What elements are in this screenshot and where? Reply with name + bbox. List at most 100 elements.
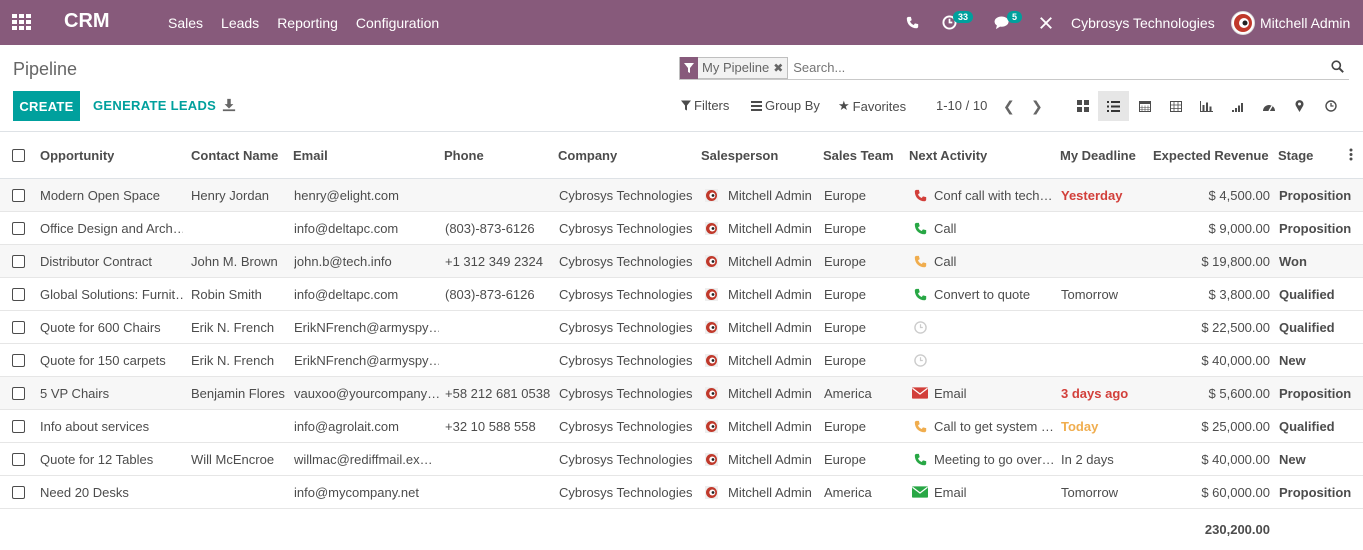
row-checkbox[interactable] xyxy=(12,443,25,475)
messages-icon[interactable]: 5 xyxy=(994,0,1023,45)
filter-icon xyxy=(680,56,698,79)
cell-team: Europe xyxy=(824,220,866,236)
cell-activity[interactable] xyxy=(912,344,1055,376)
clock-icon[interactable] xyxy=(912,320,928,334)
user-menu[interactable]: Mitchell Admin xyxy=(1231,0,1350,45)
menu-item-sales[interactable]: Sales xyxy=(168,15,203,31)
table-row[interactable]: Modern Open Space Henry Jordan henry@eli… xyxy=(0,179,1363,212)
download-icon[interactable] xyxy=(222,98,236,115)
column-header-stage[interactable]: Stage xyxy=(1278,132,1313,178)
cell-activity[interactable]: Call xyxy=(912,212,1055,244)
column-header-revenue[interactable]: Expected Revenue xyxy=(1153,132,1269,178)
debug-tools-icon[interactable] xyxy=(1039,0,1053,45)
phone-icon[interactable] xyxy=(912,189,928,202)
dashboard-view-icon[interactable] xyxy=(1253,91,1284,121)
phone-icon[interactable] xyxy=(912,222,928,235)
select-all-checkbox[interactable] xyxy=(12,132,25,178)
table-row[interactable]: Info about services info@agrolait.com +3… xyxy=(0,410,1363,443)
column-header-opportunity[interactable]: Opportunity xyxy=(40,132,114,178)
cohort-view-icon[interactable] xyxy=(1222,91,1253,121)
table-row[interactable]: Global Solutions: Furnit… Robin Smith in… xyxy=(0,278,1363,311)
cell-team: Europe xyxy=(824,319,866,335)
column-header-phone[interactable]: Phone xyxy=(444,132,484,178)
list-view-icon[interactable] xyxy=(1098,91,1129,121)
phone-icon[interactable] xyxy=(912,420,928,433)
salesperson-avatar xyxy=(705,287,718,301)
column-header-email[interactable]: Email xyxy=(293,132,328,178)
company-switcher[interactable]: Cybrosys Technologies xyxy=(1071,0,1215,45)
phone-icon[interactable] xyxy=(912,255,928,268)
groupby-dropdown[interactable]: Group By xyxy=(751,98,820,113)
table-row[interactable]: Quote for 600 Chairs Erik N. French Erik… xyxy=(0,311,1363,344)
column-header-activity[interactable]: Next Activity xyxy=(909,132,987,178)
generate-leads-button[interactable]: GENERATE LEADS xyxy=(93,98,216,113)
salesperson-name: Mitchell Admin xyxy=(728,352,812,368)
phone-icon[interactable] xyxy=(912,453,928,466)
cell-contact: Benjamin Flores xyxy=(191,385,285,401)
calendar-view-icon[interactable] xyxy=(1129,91,1160,121)
row-checkbox[interactable] xyxy=(12,245,25,277)
favorites-dropdown[interactable]: ★ Favorites xyxy=(838,98,906,114)
table-row[interactable]: Quote for 12 Tables Will McEncroe willma… xyxy=(0,443,1363,476)
table-row[interactable]: Need 20 Desks info@mycompany.net Cybrosy… xyxy=(0,476,1363,509)
map-view-icon[interactable] xyxy=(1284,91,1315,121)
row-checkbox[interactable] xyxy=(12,410,25,442)
cell-activity[interactable]: Email xyxy=(912,377,1055,409)
phone-icon[interactable] xyxy=(906,0,919,45)
menu-item-configuration[interactable]: Configuration xyxy=(356,15,439,31)
cell-revenue: $ 3,800.00 xyxy=(1208,286,1270,302)
column-header-deadline[interactable]: My Deadline xyxy=(1060,132,1136,178)
cell-activity[interactable]: Conf call with tech… xyxy=(912,179,1055,211)
phone-icon[interactable] xyxy=(912,288,928,301)
cell-activity[interactable]: Call to get system … xyxy=(912,410,1055,442)
pager-next-icon[interactable]: ❯ xyxy=(1031,98,1043,115)
menu-item-leads[interactable]: Leads xyxy=(221,15,259,31)
kanban-view-icon[interactable] xyxy=(1067,91,1098,121)
row-checkbox[interactable] xyxy=(12,311,25,343)
column-header-company[interactable]: Company xyxy=(558,132,617,178)
cell-activity[interactable]: Email xyxy=(912,476,1055,508)
optional-columns-icon[interactable] xyxy=(1349,148,1353,164)
row-checkbox[interactable] xyxy=(12,344,25,376)
envelope-icon[interactable] xyxy=(912,486,928,498)
row-checkbox[interactable] xyxy=(12,179,25,211)
pivot-view-icon[interactable] xyxy=(1160,91,1191,121)
activity-clock-icon[interactable]: 33 xyxy=(942,0,974,45)
row-checkbox[interactable] xyxy=(12,212,25,244)
pager-previous-icon[interactable]: ❮ xyxy=(1003,98,1015,115)
pager-value[interactable]: 1-10 / 10 xyxy=(936,98,987,113)
row-checkbox[interactable] xyxy=(12,377,25,409)
cell-email: info@mycompany.net xyxy=(294,484,419,500)
cell-activity[interactable]: Meeting to go over… xyxy=(912,443,1055,475)
envelope-icon[interactable] xyxy=(912,387,928,399)
total-revenue: 230,200.00 xyxy=(1204,521,1270,537)
table-row[interactable]: Office Design and Arch… info@deltapc.com… xyxy=(0,212,1363,245)
cell-revenue: $ 22,500.00 xyxy=(1201,319,1270,335)
facet-remove-icon[interactable]: ✖ xyxy=(773,61,787,75)
row-checkbox[interactable] xyxy=(12,278,25,310)
cell-team: Europe xyxy=(824,418,866,434)
graph-view-icon[interactable] xyxy=(1191,91,1222,121)
search-icon[interactable] xyxy=(1331,60,1344,76)
cell-stage: Proposition xyxy=(1279,484,1352,500)
table-row[interactable]: 5 VP Chairs Benjamin Flores vauxoo@yourc… xyxy=(0,377,1363,410)
column-header-team[interactable]: Sales Team xyxy=(823,132,894,178)
activity-view-icon[interactable] xyxy=(1315,91,1346,121)
star-icon: ★ xyxy=(838,98,850,113)
row-checkbox[interactable] xyxy=(12,476,25,508)
column-header-salesperson[interactable]: Salesperson xyxy=(701,132,778,178)
cell-activity[interactable] xyxy=(912,311,1055,343)
table-row[interactable]: Quote for 150 carpets Erik N. French Eri… xyxy=(0,344,1363,377)
app-brand[interactable]: CRM xyxy=(64,10,110,33)
cell-activity[interactable]: Convert to quote xyxy=(912,278,1055,310)
apps-grid-icon[interactable] xyxy=(12,14,31,30)
menu-item-reporting[interactable]: Reporting xyxy=(277,15,338,31)
column-header-contact[interactable]: Contact Name xyxy=(191,132,278,178)
table-row[interactable]: Distributor Contract John M. Brown john.… xyxy=(0,245,1363,278)
create-button[interactable]: CREATE xyxy=(13,91,80,121)
search-input[interactable] xyxy=(793,60,1314,75)
clock-icon[interactable] xyxy=(912,353,928,367)
cell-activity[interactable]: Call xyxy=(912,245,1055,277)
filters-dropdown[interactable]: Filters xyxy=(681,98,729,113)
cell-company: Cybrosys Technologies xyxy=(559,253,693,269)
